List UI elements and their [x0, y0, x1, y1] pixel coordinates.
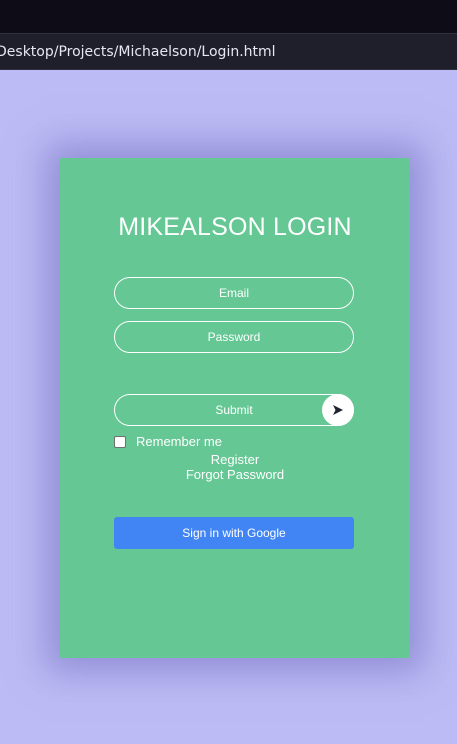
login-card: MIKEALSON LOGIN Email Password Submit Re… [60, 158, 410, 658]
page-content: MIKEALSON LOGIN Email Password Submit Re… [0, 70, 457, 744]
email-field[interactable]: Email [114, 277, 354, 309]
address-text[interactable]: Desktop/Projects/Michaelson/Login.html [0, 44, 276, 60]
remember-me-label: Remember me [136, 434, 222, 449]
submit-control[interactable]: Submit [114, 394, 354, 426]
google-sign-in-button[interactable]: Sign in with Google [114, 517, 354, 549]
register-link[interactable]: Register [60, 452, 410, 467]
login-title: MIKEALSON LOGIN [118, 213, 352, 241]
google-sign-in-label: Sign in with Google [182, 526, 286, 540]
remember-me-row: Remember me [114, 434, 222, 449]
submit-label: Submit [215, 403, 253, 417]
remember-me-checkbox[interactable] [114, 435, 126, 448]
email-placeholder: Email [218, 286, 249, 300]
password-placeholder: Password [207, 330, 261, 344]
send-arrow-icon[interactable] [322, 394, 354, 426]
browser-top-strip [0, 0, 457, 33]
address-bar[interactable]: Desktop/Projects/Michaelson/Login.html [0, 33, 457, 70]
submit-button[interactable]: Submit [114, 394, 354, 426]
forgot-password-link[interactable]: Forgot Password [60, 467, 410, 482]
password-field[interactable]: Password [114, 321, 354, 353]
